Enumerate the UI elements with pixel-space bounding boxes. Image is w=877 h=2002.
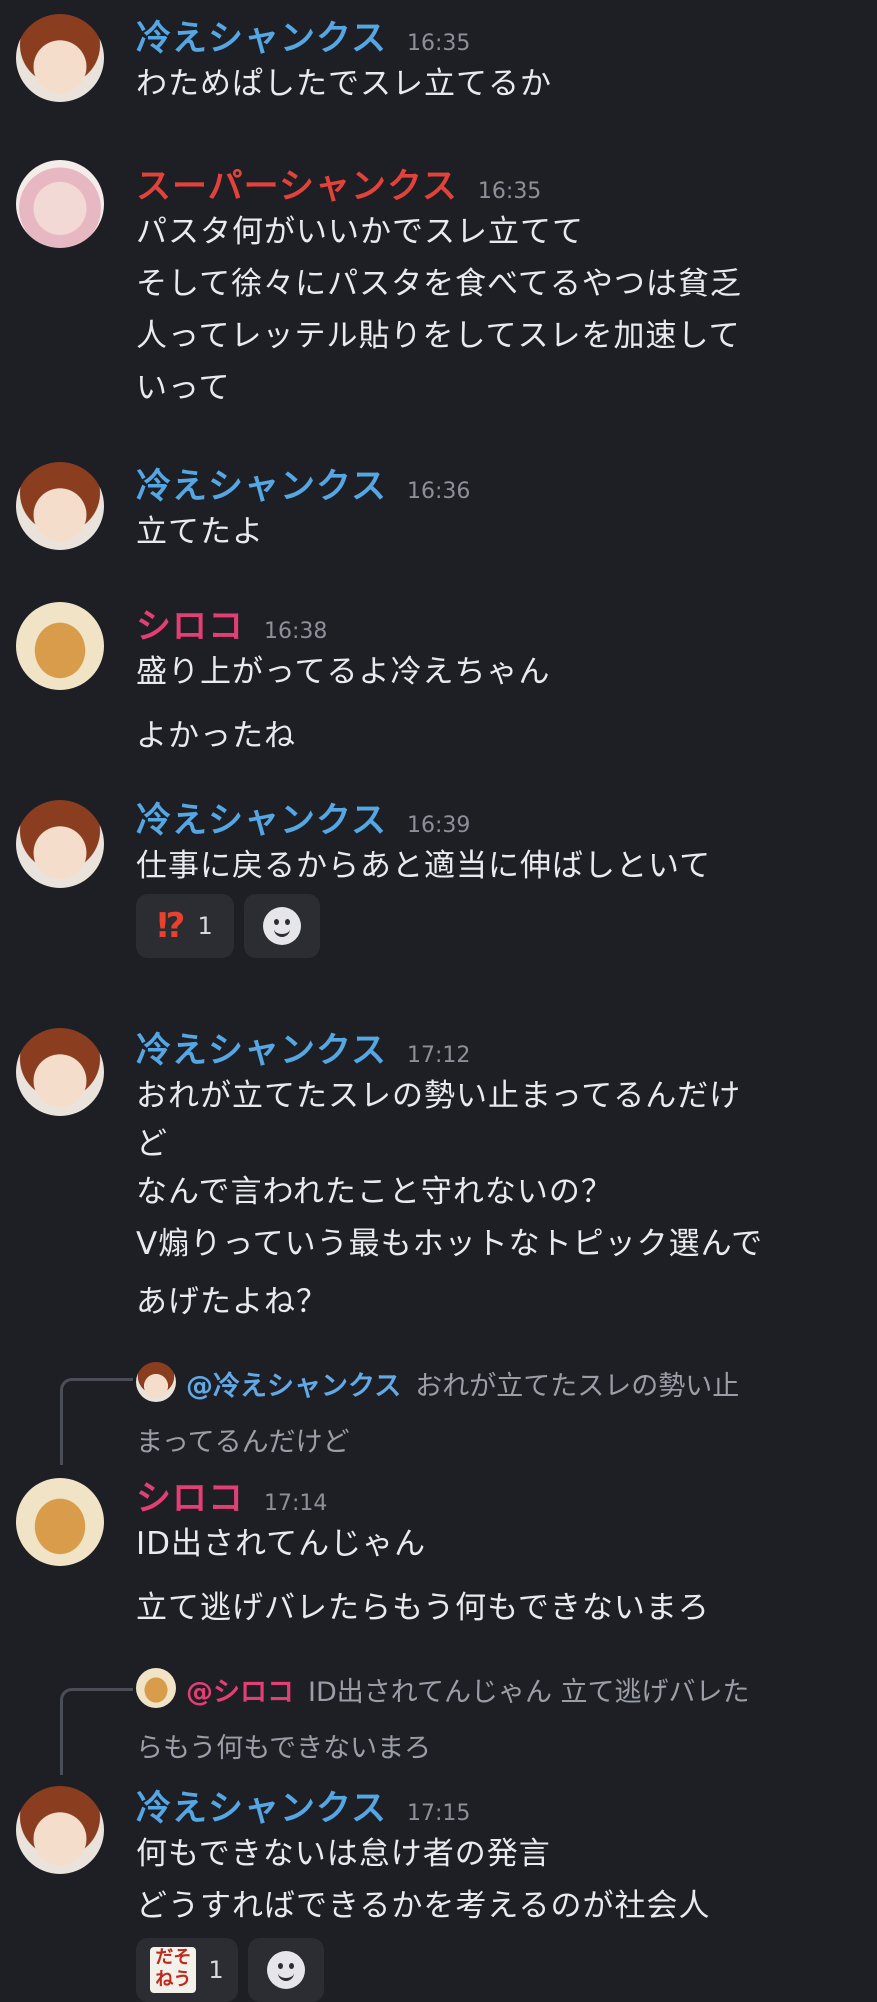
avatar[interactable] — [16, 160, 104, 248]
avatar[interactable] — [16, 14, 104, 102]
reply-connector — [60, 1688, 133, 1775]
timestamp: 16:38 — [264, 619, 328, 644]
reply-preview-continued: まってるんだけど — [136, 1427, 350, 1458]
reply-avatar — [136, 1668, 176, 1708]
message-text: 仕事に戻るからあと適当に伸ばしといて — [136, 848, 712, 884]
reply-preview[interactable]: @シロコ ID出されてんじゃん 立て逃げバレた — [186, 1670, 750, 1709]
message-text: パスタ何がいいかでスレ立てて — [136, 214, 584, 250]
author-name[interactable]: スーパーシャンクス 16:35 — [136, 158, 541, 209]
reply-preview[interactable]: @冷えシャンクス おれが立てたスレの勢い止 — [186, 1364, 739, 1403]
message-text: ど — [136, 1126, 168, 1162]
message-text: 立てたよ — [136, 514, 264, 550]
author-name[interactable]: 冷えシャンクス 17:15 — [136, 1780, 470, 1831]
message-text: 人ってレッテル貼りをしてスレを加速して — [136, 318, 741, 354]
message-text: ID出されてんじゃん — [136, 1526, 427, 1562]
timestamp: 17:14 — [264, 1491, 328, 1516]
smiley-face-icon — [263, 907, 301, 945]
dasoneu-stamp-icon: だそ ねう — [150, 1947, 197, 1993]
message-text: 何もできないは怠け者の発言 — [136, 1836, 551, 1872]
message-text: なんで言われたこと守れないの？ — [136, 1174, 613, 1210]
message-text: おれが立てたスレの勢い止まってるんだけ — [136, 1078, 742, 1114]
reaction-chip[interactable]: だそ ねう 1 — [136, 1938, 238, 2002]
avatar[interactable] — [16, 1028, 104, 1116]
reply-preview-continued: らもう何もできないまろ — [136, 1733, 432, 1764]
add-reaction-button[interactable] — [244, 894, 320, 958]
add-reaction-button[interactable] — [248, 1938, 324, 2002]
timestamp: 16:39 — [406, 813, 471, 838]
author-name[interactable]: シロコ 17:14 — [136, 1470, 327, 1521]
reply-avatar — [136, 1362, 176, 1402]
message-text: よかったね — [136, 718, 296, 754]
reaction-count: 1 — [197, 912, 213, 940]
avatar[interactable] — [16, 1786, 104, 1874]
reply-connector — [60, 1378, 133, 1465]
message-text: わためぱしたでスレ立てるか — [136, 66, 552, 102]
avatar[interactable] — [16, 602, 104, 690]
author-name[interactable]: 冷えシャンクス 16:36 — [136, 458, 470, 509]
message-text: 立て逃げバレたらもう何もできないまろ — [136, 1590, 710, 1626]
timestamp: 17:12 — [406, 1043, 471, 1068]
author-name[interactable]: シロコ 16:38 — [136, 598, 327, 649]
author-name[interactable]: 冷えシャンクス 16:35 — [136, 10, 470, 61]
author-name[interactable]: 冷えシャンクス 16:39 — [136, 792, 470, 843]
message-text: いって — [136, 370, 231, 406]
timestamp: 16:35 — [477, 179, 542, 204]
reaction-count: 1 — [208, 1956, 224, 1984]
smiley-face-icon — [267, 1951, 305, 1989]
timestamp: 16:36 — [406, 479, 471, 504]
author-name[interactable]: 冷えシャンクス 17:12 — [136, 1022, 470, 1073]
timestamp: 16:35 — [406, 31, 471, 56]
message-text: 盛り上がってるよ冷えちゃん — [136, 654, 551, 690]
avatar[interactable] — [16, 1478, 104, 1566]
interrobang-emoji-icon: ⁉ — [157, 906, 186, 946]
avatar[interactable] — [16, 462, 104, 550]
timestamp: 17:15 — [406, 1801, 471, 1826]
message-text: どうすればできるかを考えるのが社会人 — [136, 1888, 711, 1924]
reaction-chip[interactable]: ⁉ 1 — [136, 894, 234, 958]
message-text: そして徐々にパスタを食べてるやつは貧乏 — [136, 266, 742, 302]
message-text: あげたよね？ — [136, 1284, 328, 1320]
message-text: V煽りっていう最もホットなトピック選んで — [136, 1226, 764, 1262]
avatar[interactable] — [16, 800, 104, 888]
